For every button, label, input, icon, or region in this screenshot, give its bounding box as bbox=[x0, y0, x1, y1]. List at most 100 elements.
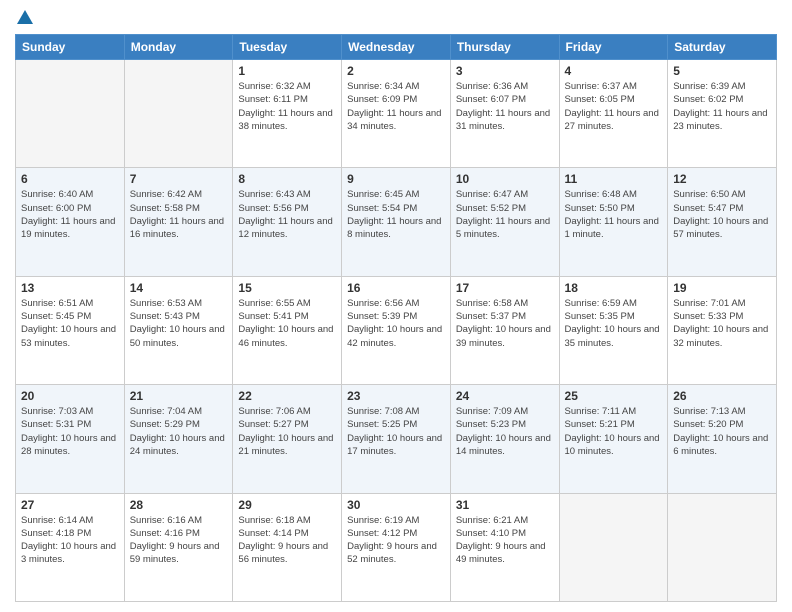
day-info: Sunrise: 6:42 AM Sunset: 5:58 PM Dayligh… bbox=[130, 188, 228, 241]
day-info: Sunrise: 7:09 AM Sunset: 5:23 PM Dayligh… bbox=[456, 405, 554, 458]
calendar-cell: 8Sunrise: 6:43 AM Sunset: 5:56 PM Daylig… bbox=[233, 168, 342, 276]
day-info: Sunrise: 7:11 AM Sunset: 5:21 PM Dayligh… bbox=[565, 405, 663, 458]
day-number: 23 bbox=[347, 389, 445, 403]
day-number: 19 bbox=[673, 281, 771, 295]
calendar-cell: 22 Sunrise: 7:06 AM Sunset: 5:27 PM Dayli… bbox=[233, 385, 342, 493]
calendar-cell: 30Sunrise: 6:19 AM Sunset: 4:12 PM Dayli… bbox=[342, 493, 451, 601]
calendar-cell: 2Sunrise: 6:34 AM Sunset: 6:09 PM Daylig… bbox=[342, 60, 451, 168]
day-info: Sunrise: 7:06 AM Sunset: 5:27 PM Dayligh… bbox=[238, 405, 336, 458]
day-info: Sunrise: 6:58 AM Sunset: 5:37 PM Dayligh… bbox=[456, 297, 554, 350]
calendar-cell: 26 Sunrise: 7:13 AM Sunset: 5:20 PM Dayli… bbox=[668, 385, 777, 493]
day-number: 6 bbox=[21, 172, 119, 186]
calendar-week-row: 13 Sunrise: 6:51 AM Sunset: 5:45 PM Dayli… bbox=[16, 276, 777, 384]
logo-triangle-icon bbox=[17, 10, 33, 24]
day-number: 31 bbox=[456, 498, 554, 512]
weekday-header-monday: Monday bbox=[124, 35, 233, 60]
day-info: Sunrise: 6:51 AM Sunset: 5:45 PM Dayligh… bbox=[21, 297, 119, 350]
day-number: 18 bbox=[565, 281, 663, 295]
day-info: Sunrise: 6:48 AM Sunset: 5:50 PM Dayligh… bbox=[565, 188, 663, 241]
day-number: 17 bbox=[456, 281, 554, 295]
calendar-cell bbox=[16, 60, 125, 168]
day-number: 29 bbox=[238, 498, 336, 512]
day-number: 20 bbox=[21, 389, 119, 403]
day-number: 26 bbox=[673, 389, 771, 403]
calendar-cell: 19 Sunrise: 7:01 AM Sunset: 5:33 PM Dayli… bbox=[668, 276, 777, 384]
calendar-week-row: 6Sunrise: 6:40 AM Sunset: 6:00 PM Daylig… bbox=[16, 168, 777, 276]
weekday-header-saturday: Saturday bbox=[668, 35, 777, 60]
day-info: Sunrise: 6:59 AM Sunset: 5:35 PM Dayligh… bbox=[565, 297, 663, 350]
day-info: Sunrise: 6:50 AM Sunset: 5:47 PM Dayligh… bbox=[673, 188, 771, 241]
weekday-header-row: SundayMondayTuesdayWednesdayThursdayFrid… bbox=[16, 35, 777, 60]
calendar-cell: 14 Sunrise: 6:53 AM Sunset: 5:43 PM Dayli… bbox=[124, 276, 233, 384]
day-info: Sunrise: 6:47 AM Sunset: 5:52 PM Dayligh… bbox=[456, 188, 554, 241]
day-info: Sunrise: 7:01 AM Sunset: 5:33 PM Dayligh… bbox=[673, 297, 771, 350]
day-info: Sunrise: 6:39 AM Sunset: 6:02 PM Dayligh… bbox=[673, 80, 771, 133]
day-number: 25 bbox=[565, 389, 663, 403]
weekday-header-thursday: Thursday bbox=[450, 35, 559, 60]
day-number: 12 bbox=[673, 172, 771, 186]
calendar-cell: 25 Sunrise: 7:11 AM Sunset: 5:21 PM Dayli… bbox=[559, 385, 668, 493]
day-info: Sunrise: 6:32 AM Sunset: 6:11 PM Dayligh… bbox=[238, 80, 336, 133]
day-number: 15 bbox=[238, 281, 336, 295]
day-info: Sunrise: 6:37 AM Sunset: 6:05 PM Dayligh… bbox=[565, 80, 663, 133]
weekday-header-tuesday: Tuesday bbox=[233, 35, 342, 60]
calendar-cell bbox=[668, 493, 777, 601]
day-info: Sunrise: 6:14 AM Sunset: 4:18 PM Dayligh… bbox=[21, 514, 119, 567]
day-number: 4 bbox=[565, 64, 663, 78]
calendar-cell: 16 Sunrise: 6:56 AM Sunset: 5:39 PM Dayli… bbox=[342, 276, 451, 384]
logo bbox=[15, 10, 33, 26]
day-number: 24 bbox=[456, 389, 554, 403]
day-number: 16 bbox=[347, 281, 445, 295]
header bbox=[15, 10, 777, 26]
calendar-cell: 1Sunrise: 6:32 AM Sunset: 6:11 PM Daylig… bbox=[233, 60, 342, 168]
calendar-cell: 15Sunrise: 6:55 AM Sunset: 5:41 PM Dayli… bbox=[233, 276, 342, 384]
day-number: 7 bbox=[130, 172, 228, 186]
day-number: 11 bbox=[565, 172, 663, 186]
day-number: 14 bbox=[130, 281, 228, 295]
day-info: Sunrise: 7:08 AM Sunset: 5:25 PM Dayligh… bbox=[347, 405, 445, 458]
calendar-cell: 23 Sunrise: 7:08 AM Sunset: 5:25 PM Dayli… bbox=[342, 385, 451, 493]
calendar-cell bbox=[559, 493, 668, 601]
calendar-cell: 12 Sunrise: 6:50 AM Sunset: 5:47 PM Dayli… bbox=[668, 168, 777, 276]
calendar-week-row: 1Sunrise: 6:32 AM Sunset: 6:11 PM Daylig… bbox=[16, 60, 777, 168]
calendar-cell: 13 Sunrise: 6:51 AM Sunset: 5:45 PM Dayli… bbox=[16, 276, 125, 384]
calendar-week-row: 27 Sunrise: 6:14 AM Sunset: 4:18 PM Dayli… bbox=[16, 493, 777, 601]
day-number: 22 bbox=[238, 389, 336, 403]
weekday-header-friday: Friday bbox=[559, 35, 668, 60]
day-number: 28 bbox=[130, 498, 228, 512]
calendar-table: SundayMondayTuesdayWednesdayThursdayFrid… bbox=[15, 34, 777, 602]
calendar-cell bbox=[124, 60, 233, 168]
calendar-cell: 9Sunrise: 6:45 AM Sunset: 5:54 PM Daylig… bbox=[342, 168, 451, 276]
weekday-header-sunday: Sunday bbox=[16, 35, 125, 60]
calendar-cell: 17 Sunrise: 6:58 AM Sunset: 5:37 PM Dayli… bbox=[450, 276, 559, 384]
day-info: Sunrise: 6:53 AM Sunset: 5:43 PM Dayligh… bbox=[130, 297, 228, 350]
day-info: Sunrise: 7:04 AM Sunset: 5:29 PM Dayligh… bbox=[130, 405, 228, 458]
day-number: 27 bbox=[21, 498, 119, 512]
calendar-cell: 7 Sunrise: 6:42 AM Sunset: 5:58 PM Daylig… bbox=[124, 168, 233, 276]
day-number: 9 bbox=[347, 172, 445, 186]
day-number: 13 bbox=[21, 281, 119, 295]
day-number: 10 bbox=[456, 172, 554, 186]
day-info: Sunrise: 6:43 AM Sunset: 5:56 PM Dayligh… bbox=[238, 188, 336, 241]
weekday-header-wednesday: Wednesday bbox=[342, 35, 451, 60]
day-number: 2 bbox=[347, 64, 445, 78]
day-info: Sunrise: 6:18 AM Sunset: 4:14 PM Dayligh… bbox=[238, 514, 336, 567]
calendar-cell: 11 Sunrise: 6:48 AM Sunset: 5:50 PM Dayli… bbox=[559, 168, 668, 276]
calendar-cell: 20Sunrise: 7:03 AM Sunset: 5:31 PM Dayli… bbox=[16, 385, 125, 493]
day-number: 3 bbox=[456, 64, 554, 78]
calendar-cell: 6Sunrise: 6:40 AM Sunset: 6:00 PM Daylig… bbox=[16, 168, 125, 276]
calendar-cell: 10 Sunrise: 6:47 AM Sunset: 5:52 PM Dayli… bbox=[450, 168, 559, 276]
day-number: 30 bbox=[347, 498, 445, 512]
calendar-cell: 31Sunrise: 6:21 AM Sunset: 4:10 PM Dayli… bbox=[450, 493, 559, 601]
calendar-cell: 28 Sunrise: 6:16 AM Sunset: 4:16 PM Dayli… bbox=[124, 493, 233, 601]
day-info: Sunrise: 6:56 AM Sunset: 5:39 PM Dayligh… bbox=[347, 297, 445, 350]
calendar-cell: 5Sunrise: 6:39 AM Sunset: 6:02 PM Daylig… bbox=[668, 60, 777, 168]
page: SundayMondayTuesdayWednesdayThursdayFrid… bbox=[0, 0, 792, 612]
calendar-cell: 27 Sunrise: 6:14 AM Sunset: 4:18 PM Dayli… bbox=[16, 493, 125, 601]
calendar-week-row: 20Sunrise: 7:03 AM Sunset: 5:31 PM Dayli… bbox=[16, 385, 777, 493]
day-info: Sunrise: 7:13 AM Sunset: 5:20 PM Dayligh… bbox=[673, 405, 771, 458]
calendar-cell: 29 Sunrise: 6:18 AM Sunset: 4:14 PM Dayli… bbox=[233, 493, 342, 601]
day-info: Sunrise: 6:16 AM Sunset: 4:16 PM Dayligh… bbox=[130, 514, 228, 567]
day-number: 21 bbox=[130, 389, 228, 403]
calendar-cell: 3Sunrise: 6:36 AM Sunset: 6:07 PM Daylig… bbox=[450, 60, 559, 168]
